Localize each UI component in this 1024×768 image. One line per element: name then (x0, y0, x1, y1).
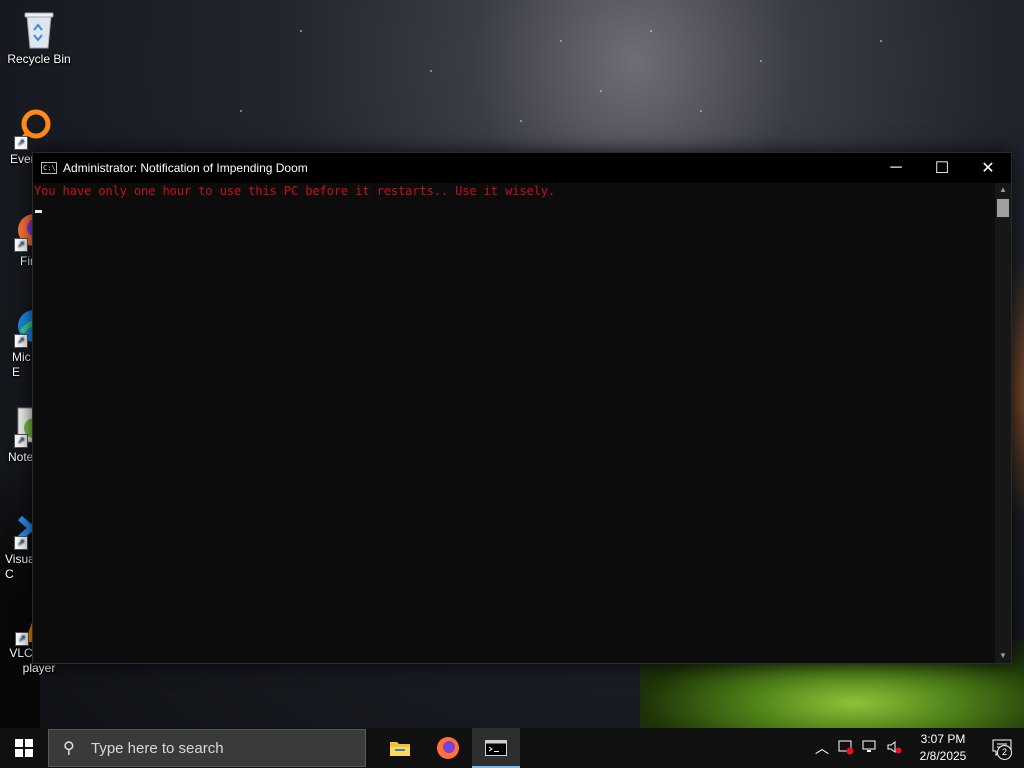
close-button[interactable]: ✕ (965, 153, 1011, 183)
text-cursor (35, 210, 42, 213)
taskbar-command-prompt[interactable] (472, 728, 520, 768)
shortcut-arrow-icon: ↗ (14, 238, 28, 252)
desktop-icon-label: Recycle Bin (7, 52, 71, 66)
file-explorer-icon (390, 742, 410, 756)
desktop-icon-recycle-bin[interactable]: Recycle Bin (1, 8, 77, 67)
action-center-button[interactable]: 2 (980, 728, 1024, 768)
everything-search-icon: ↗ (14, 108, 54, 150)
console-output[interactable]: You have only one hour to use this PC be… (33, 183, 995, 663)
vertical-scrollbar[interactable]: ▲ ▼ (995, 183, 1011, 663)
search-icon: ⚲ (63, 740, 75, 757)
shortcut-arrow-icon: ↗ (14, 536, 28, 550)
windows-logo-icon (15, 739, 33, 757)
shortcut-arrow-icon: ↗ (14, 434, 28, 448)
window-titlebar[interactable]: C:\ Administrator: Notification of Impen… (33, 153, 1011, 183)
firefox-icon (437, 737, 459, 759)
shortcut-arrow-icon: ↗ (14, 334, 28, 348)
taskbar-firefox[interactable] (424, 728, 472, 768)
network-icon[interactable] (858, 739, 882, 758)
command-prompt-icon (485, 740, 507, 756)
window-title: Administrator: Notification of Impending… (63, 161, 308, 175)
show-hidden-icons-chevron-icon[interactable]: ︿ (810, 738, 834, 758)
start-button[interactable] (0, 728, 48, 768)
console-window[interactable]: C:\ Administrator: Notification of Impen… (32, 152, 1012, 664)
notification-count-badge: 2 (997, 745, 1012, 760)
taskbar: ⚲ Type here to search ︿ 3:07 PM 2/8/2025… (0, 728, 1024, 768)
scroll-up-arrow-icon[interactable]: ▲ (995, 183, 1011, 197)
shortcut-arrow-icon: ↗ (15, 632, 29, 646)
security-alert-icon[interactable] (834, 739, 858, 758)
system-tray: ︿ 3:07 PM 2/8/2025 2 (810, 728, 1024, 768)
clock-date: 2/8/2025 (919, 749, 967, 763)
command-prompt-icon: C:\ (41, 162, 57, 174)
volume-muted-icon[interactable] (882, 739, 906, 758)
recycle-bin-icon (19, 8, 59, 49)
scrollbar-thumb[interactable] (997, 199, 1009, 217)
minimize-button[interactable]: ─ (873, 153, 919, 183)
console-message: You have only one hour to use this PC be… (34, 184, 556, 198)
taskbar-clock[interactable]: 3:07 PM 2/8/2025 (906, 731, 980, 765)
maximize-button[interactable]: ☐ (919, 153, 965, 183)
shortcut-arrow-icon: ↗ (14, 136, 28, 150)
search-placeholder: Type here to search (91, 739, 224, 757)
taskbar-search-box[interactable]: ⚲ Type here to search (48, 729, 366, 767)
clock-time: 3:07 PM (920, 732, 966, 746)
taskbar-file-explorer[interactable] (376, 728, 424, 768)
scroll-down-arrow-icon[interactable]: ▼ (995, 649, 1011, 663)
